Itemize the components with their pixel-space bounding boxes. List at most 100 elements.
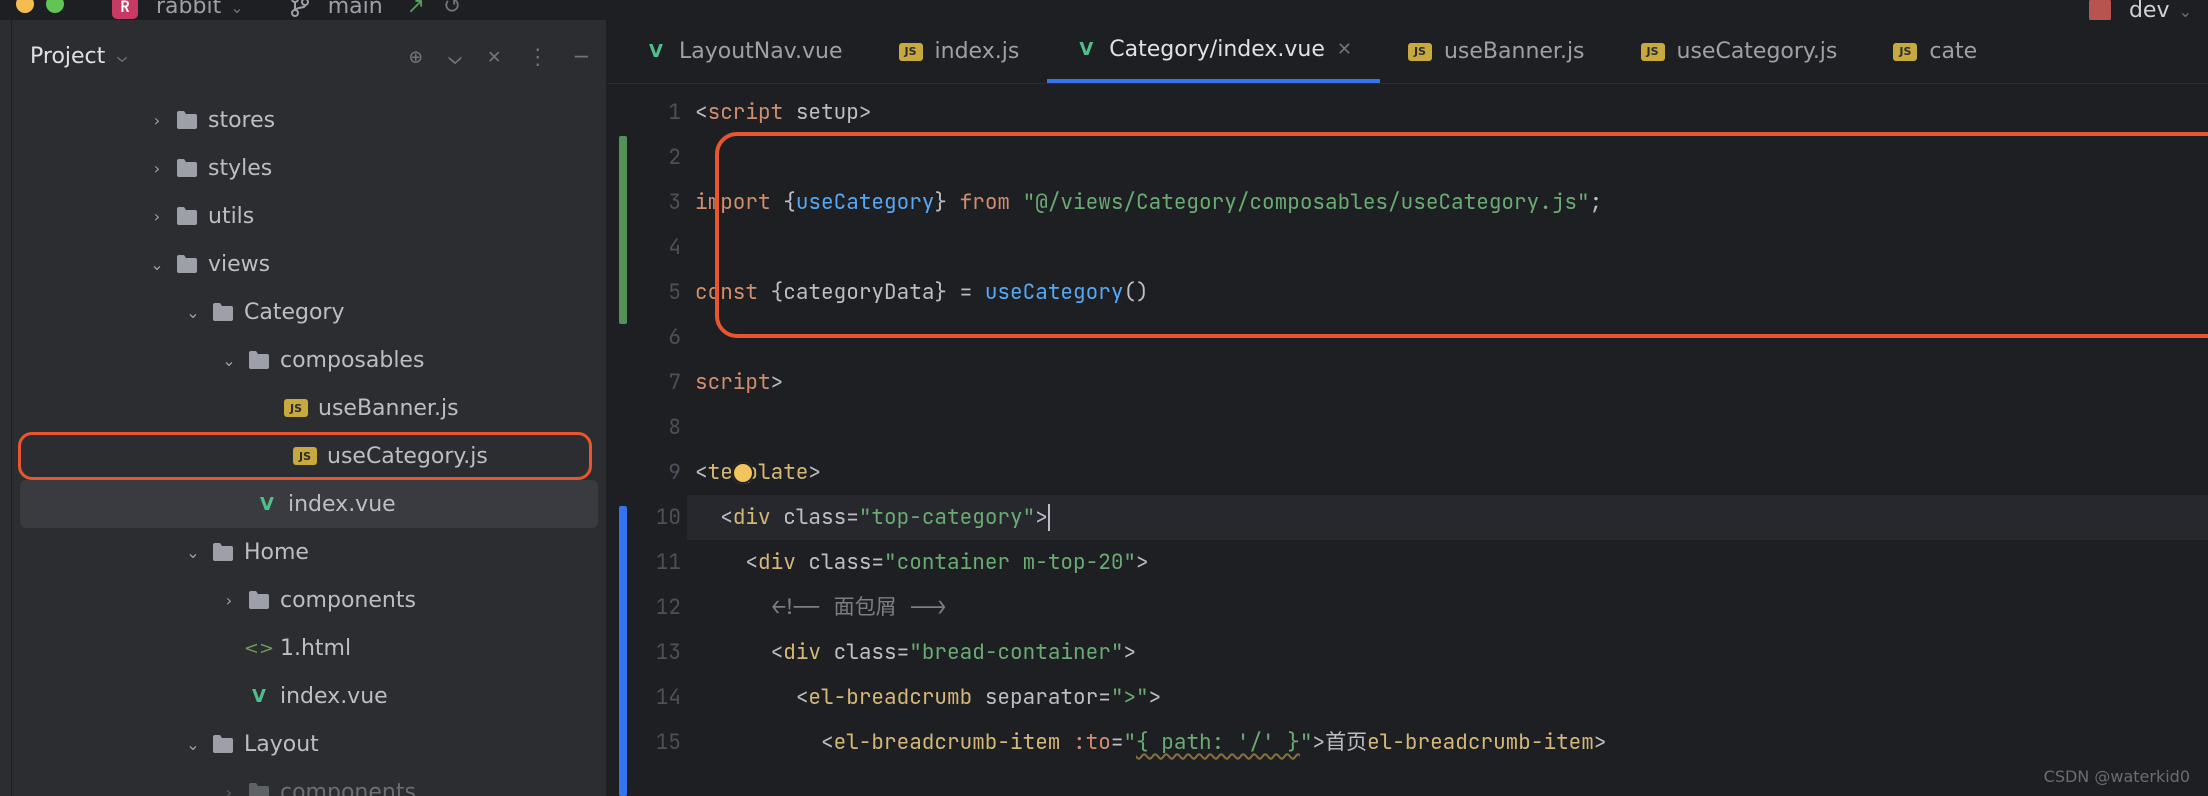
tree-item-label: composables [280, 348, 424, 373]
project-tool-title[interactable]: Project [30, 44, 105, 69]
tree-chevron-icon[interactable]: ⌄ [148, 255, 166, 274]
editor-tab[interactable]: JS useCategory.js [1613, 20, 1866, 83]
zoom-dot[interactable] [46, 0, 64, 13]
tree-item[interactable]: ·Vindex.vue [12, 672, 606, 720]
tree-chevron-icon[interactable]: ⌄ [220, 351, 238, 370]
editor-tab[interactable]: JS useBanner.js [1380, 20, 1613, 83]
folder-icon [248, 589, 270, 611]
project-tool-header: Project ⌄ ⊕ ⌄ ✕ ⋮ — [12, 20, 606, 92]
vue-file-icon: V [645, 41, 667, 63]
select-opened-file-icon[interactable]: ⊕ [409, 42, 422, 71]
tree-item-label: styles [208, 156, 272, 181]
tree-chevron-icon[interactable]: › [148, 159, 166, 178]
folder-icon [176, 205, 198, 227]
more-icon[interactable]: ⋮ [527, 42, 549, 71]
tree-item[interactable]: ·<>1.html [12, 624, 606, 672]
tree-chevron-icon[interactable]: ⌄ [184, 735, 202, 754]
tree-item-label: index.vue [280, 684, 388, 709]
tree-chevron-icon[interactable]: › [220, 591, 238, 610]
tab-label: index.js [935, 39, 1020, 64]
js-file-icon: JS [1641, 43, 1665, 61]
tree-item-label: 1.html [280, 636, 351, 661]
tree-item[interactable]: › stores [12, 96, 606, 144]
watermark: CSDN @waterkid0 [2044, 767, 2190, 786]
folder-icon [176, 157, 198, 179]
tab-label: cate [1929, 39, 1977, 64]
js-file-icon: JS [1893, 43, 1917, 61]
code-content[interactable]: <script setup> import {useCategory} from… [695, 90, 2208, 796]
vue-file-icon: V [248, 685, 270, 707]
tree-item-label: components [280, 780, 416, 796]
tree-item[interactable]: ⌄ views [12, 240, 606, 288]
close-icon[interactable]: ✕ [488, 42, 501, 71]
tree-item-label: stores [208, 108, 275, 133]
folder-icon [212, 733, 234, 755]
vcs-change-marker[interactable] [619, 136, 627, 324]
chevron-down-icon: ⌄ [221, 0, 244, 17]
chevron-down-icon[interactable]: ⌄ [113, 46, 127, 67]
vue-file-icon: V [256, 493, 278, 515]
tree-item[interactable]: ·Vindex.vue [20, 480, 598, 528]
git-update-icon[interactable]: ↺ [443, 0, 461, 19]
tab-label: useCategory.js [1677, 39, 1838, 64]
collapse-all-icon[interactable]: ⌄ [448, 42, 461, 71]
tree-item-label: components [280, 588, 416, 613]
tree-chevron-icon[interactable]: ⌄ [184, 303, 202, 322]
hide-icon[interactable]: — [575, 42, 588, 71]
vue-file-icon: V [1075, 39, 1097, 61]
tree-item[interactable]: ·JSuseCategory.js [18, 432, 592, 480]
close-icon[interactable]: ✕ [1337, 39, 1352, 60]
vcs-change-marker[interactable] [619, 506, 627, 796]
branch-name[interactable]: main [328, 0, 383, 19]
tree-chevron-icon[interactable]: › [220, 783, 238, 796]
folder-icon [212, 301, 234, 323]
tree-item-label: useCategory.js [327, 444, 488, 469]
js-file-icon: JS [899, 43, 923, 61]
tree-item-label: index.vue [288, 492, 396, 517]
git-push-icon[interactable]: ↗ [401, 0, 425, 19]
run-config-icon [2089, 0, 2111, 21]
tree-chevron-icon[interactable]: › [148, 207, 166, 226]
folder-icon [176, 109, 198, 131]
tree-item[interactable]: › styles [12, 144, 606, 192]
tree-item-label: Layout [244, 732, 319, 757]
editor-tab[interactable]: V Category/index.vue ✕ [1047, 20, 1380, 83]
tree-item[interactable]: ⌄ Home [12, 528, 606, 576]
minimize-dot[interactable] [16, 0, 34, 13]
tree-item-label: Home [244, 540, 309, 565]
project-name[interactable]: rabbit ⌄ [156, 0, 244, 19]
editor-tab[interactable]: JS cate [1865, 20, 1977, 83]
editor-tabs[interactable]: VLayoutNav.vue JS index.js V Category/index.… [607, 20, 2208, 84]
project-tool-window: Project ⌄ ⊕ ⌄ ✕ ⋮ — › stores › styles › utils… [12, 20, 607, 796]
js-file-icon: JS [284, 399, 308, 417]
tree-item[interactable]: ·JSuseBanner.js [12, 384, 606, 432]
editor: VLayoutNav.vue JS index.js V Category/index.… [607, 20, 2208, 796]
tree-item[interactable]: ⌄ Category [12, 288, 606, 336]
tree-chevron-icon[interactable]: ⌄ [184, 543, 202, 562]
folder-icon [248, 349, 270, 371]
js-file-icon: JS [293, 447, 317, 465]
tree-item[interactable]: ⌄ Layout [12, 720, 606, 768]
js-file-icon: JS [1408, 43, 1432, 61]
tree-item-label: utils [208, 204, 254, 229]
project-badge[interactable]: R [112, 0, 138, 19]
tree-item-label: views [208, 252, 270, 277]
intention-bulb-icon[interactable] [732, 462, 754, 484]
tree-chevron-icon[interactable]: › [148, 111, 166, 130]
project-tree[interactable]: › stores › styles › utils ⌄ views ⌄ Category ⌄ comp… [12, 92, 606, 796]
editor-tab[interactable]: JS index.js [871, 20, 1048, 83]
tree-item-label: Category [244, 300, 345, 325]
titlebar: R rabbit ⌄ main ↗ ↺ dev ⌄ [0, 0, 2208, 20]
tool-window-stripe[interactable] [0, 20, 12, 796]
html-file-icon: <> [248, 637, 270, 659]
tree-item[interactable]: › utils [12, 192, 606, 240]
tree-item[interactable]: ⌄ composables [12, 336, 606, 384]
folder-icon [212, 541, 234, 563]
tree-item[interactable]: › components [12, 576, 606, 624]
tree-item[interactable]: › components [12, 768, 606, 796]
tab-label: Category/index.vue [1109, 37, 1325, 62]
editor-tab[interactable]: VLayoutNav.vue [617, 20, 871, 83]
tab-label: useBanner.js [1444, 39, 1585, 64]
chevron-down-icon: ⌄ [2170, 2, 2193, 21]
branch-icon [262, 0, 310, 17]
